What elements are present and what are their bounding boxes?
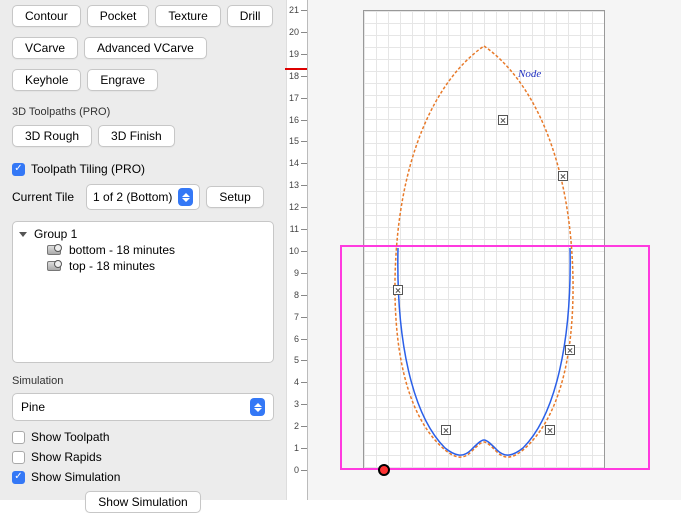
material-value: Pine (21, 400, 45, 414)
toolpath-row-3: Keyhole Engrave (12, 69, 274, 91)
chevron-down-icon[interactable] (19, 232, 27, 237)
tree-group-row[interactable]: Group 1 (19, 226, 267, 242)
contour-button[interactable]: Contour (12, 5, 81, 27)
drill-button[interactable]: Drill (227, 5, 274, 27)
toolpath-icon (47, 245, 61, 255)
toolpath-row-2: VCarve Advanced VCarve (12, 37, 274, 59)
show-rapids-checkbox[interactable] (12, 451, 25, 464)
3d-rough-button[interactable]: 3D Rough (12, 125, 92, 147)
tiling-controls-row: Current Tile 1 of 2 (Bottom) Setup (12, 184, 274, 210)
show-rapids-label: Show Rapids (31, 450, 102, 464)
current-tile-value: 1 of 2 (Bottom) (93, 190, 172, 204)
tiling-checkbox-row: ✓ Toolpath Tiling (PRO) (12, 162, 274, 176)
toolpath-icon (47, 261, 61, 271)
origin-marker[interactable] (378, 464, 390, 476)
tiling-checkbox-label: Toolpath Tiling (PRO) (31, 162, 145, 176)
show-simulation-button-row: Show Simulation (12, 491, 274, 513)
shape-node[interactable] (441, 425, 451, 435)
tile-setup-button[interactable]: Setup (206, 186, 263, 208)
tree-group-label: Group 1 (34, 227, 77, 241)
pocket-button[interactable]: Pocket (87, 5, 150, 27)
tiling-checkbox[interactable]: ✓ (12, 163, 25, 176)
stepper-icon[interactable] (178, 188, 193, 206)
tree-item-top[interactable]: top - 18 minutes (19, 258, 267, 274)
current-tile-label: Current Tile (12, 190, 74, 204)
section-3d-heading: 3D Toolpaths (PRO) (12, 106, 274, 118)
shape-node[interactable] (393, 285, 403, 295)
simulation-heading: Simulation (12, 375, 274, 387)
show-toolpath-label: Show Toolpath (31, 430, 110, 444)
show-toolpath-checkbox[interactable] (12, 431, 25, 444)
show-simulation-checkbox[interactable]: ✓ (12, 471, 25, 484)
current-tile-select[interactable]: 1 of 2 (Bottom) (86, 184, 200, 210)
tree-item-label: bottom - 18 minutes (69, 243, 175, 257)
toolpath-row-1: Contour Pocket Texture Drill (12, 5, 274, 27)
design-shape[interactable] (363, 10, 605, 470)
ruler-marker (285, 68, 307, 70)
toolpath-tree[interactable]: Group 1 bottom - 18 minutes top - 18 min… (12, 221, 274, 363)
show-toolpath-row: Show Toolpath (12, 430, 274, 444)
sidebar-panel: Contour Pocket Texture Drill VCarve Adva… (0, 0, 286, 500)
vcarve-button[interactable]: VCarve (12, 37, 78, 59)
advanced-vcarve-button[interactable]: Advanced VCarve (84, 37, 207, 59)
toolpath3d-row: 3D Rough 3D Finish (12, 125, 274, 147)
tree-item-label: top - 18 minutes (69, 259, 155, 273)
texture-button[interactable]: Texture (155, 5, 220, 27)
show-simulation-row: ✓ Show Simulation (12, 470, 274, 484)
stepper-icon[interactable] (250, 398, 265, 416)
shape-node[interactable] (545, 425, 555, 435)
shape-node[interactable] (565, 345, 575, 355)
keyhole-button[interactable]: Keyhole (12, 69, 81, 91)
shape-node[interactable] (558, 171, 568, 181)
node-label: Node (518, 68, 541, 80)
shape-node[interactable] (498, 115, 508, 125)
vertical-ruler: 0123456789101112131415161718192021 (286, 0, 308, 500)
show-rapids-row: Show Rapids (12, 450, 274, 464)
show-simulation-label: Show Simulation (31, 470, 120, 484)
canvas-area: 0123456789101112131415161718192021 Node (286, 0, 681, 500)
drawing-stage[interactable]: Node (308, 0, 681, 500)
tree-item-bottom[interactable]: bottom - 18 minutes (19, 242, 267, 258)
engrave-button[interactable]: Engrave (87, 69, 158, 91)
material-select[interactable]: Pine (12, 393, 274, 421)
3d-finish-button[interactable]: 3D Finish (98, 125, 175, 147)
show-simulation-button[interactable]: Show Simulation (85, 491, 200, 513)
